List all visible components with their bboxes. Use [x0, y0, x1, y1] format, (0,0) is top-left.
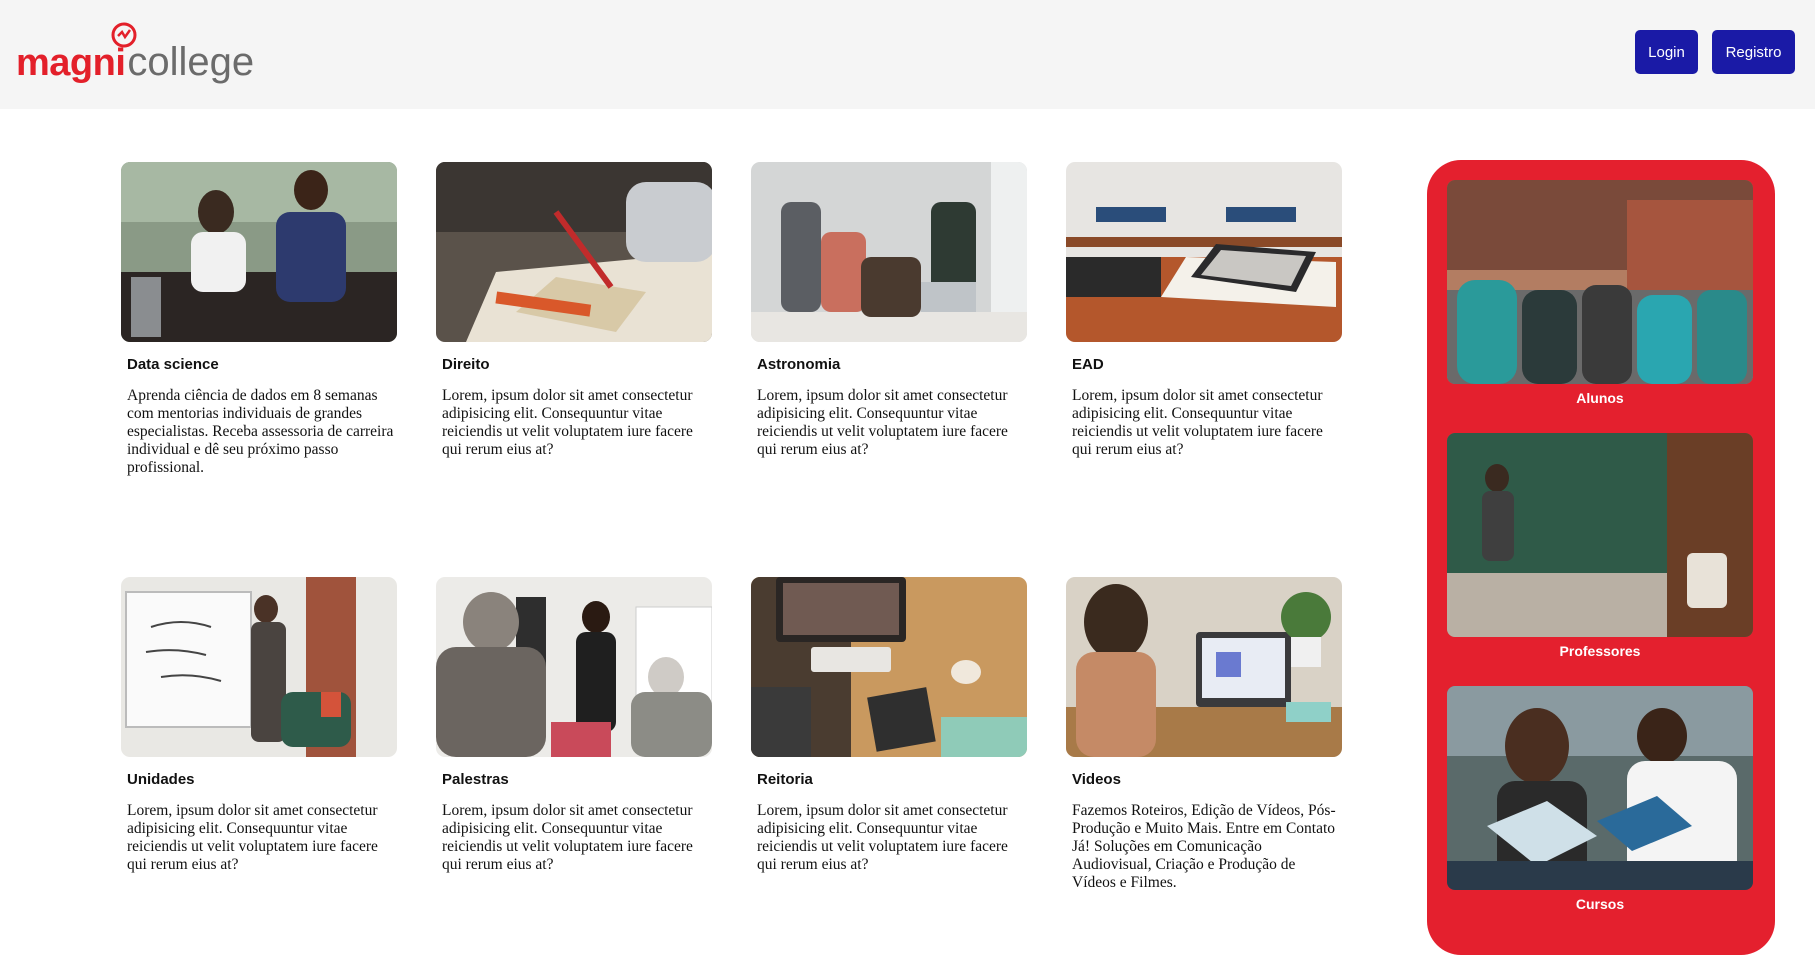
- card-description: Aprenda ciência de dados em 8 semanas co…: [127, 387, 394, 476]
- sidebar-label: Cursos: [1575, 896, 1625, 912]
- course-card-data-science[interactable]: Data science Aprenda ciência de dados em…: [121, 162, 397, 477]
- card-description: Lorem, ipsum dolor sit amet consectetur …: [442, 387, 693, 458]
- course-card-direito[interactable]: Direito Lorem, ipsum dolor sit amet cons…: [436, 162, 712, 459]
- whiteboard-presentation-photo: [121, 577, 397, 757]
- laptop-study-photo: [1066, 577, 1342, 757]
- books-tablet-photo: [1066, 162, 1342, 342]
- card-title: Astronomia: [757, 356, 841, 373]
- card-title: EAD: [1072, 356, 1104, 373]
- team-laptop-photo: [751, 162, 1027, 342]
- login-button[interactable]: Login: [1635, 30, 1698, 74]
- sidebar-label: Alunos: [1576, 390, 1624, 406]
- lecture-audience-photo: [436, 577, 712, 757]
- card-description: Lorem, ipsum dolor sit amet consectetur …: [757, 802, 1008, 873]
- site-header: magni college Login Registro: [0, 0, 1815, 109]
- sidebar-item-professores[interactable]: Professores: [1447, 433, 1753, 659]
- card-description: Lorem, ipsum dolor sit amet consectetur …: [757, 387, 1008, 458]
- students-reading-photo: [1447, 686, 1753, 890]
- desk-overhead-photo: [751, 577, 1027, 757]
- course-card-unidades[interactable]: Unidades Lorem, ipsum dolor sit amet con…: [121, 577, 397, 874]
- site-logo[interactable]: magni college: [16, 20, 254, 82]
- card-description: Lorem, ipsum dolor sit amet consectetur …: [1072, 387, 1323, 458]
- course-card-palestras[interactable]: Palestras Lorem, ipsum dolor sit amet co…: [436, 577, 712, 874]
- register-button[interactable]: Registro: [1712, 30, 1795, 74]
- card-description: Lorem, ipsum dolor sit amet consectetur …: [442, 802, 693, 873]
- card-title: Unidades: [127, 771, 195, 788]
- logo-college-text: college: [127, 40, 255, 84]
- course-card-reitoria[interactable]: Reitoria Lorem, ipsum dolor sit amet con…: [751, 577, 1027, 874]
- card-title: Videos: [1072, 771, 1121, 788]
- card-title: Reitoria: [757, 771, 813, 788]
- sidebar-item-alunos[interactable]: Alunos: [1447, 180, 1753, 406]
- card-title: Palestras: [442, 771, 509, 788]
- office-meeting-photo: [121, 162, 397, 342]
- card-description: Lorem, ipsum dolor sit amet consectetur …: [127, 802, 378, 873]
- sidebar-panel: Alunos Professores Cursos: [1427, 160, 1775, 955]
- card-title: Data science: [127, 356, 219, 373]
- card-title: Direito: [442, 356, 490, 373]
- sidebar-item-cursos[interactable]: Cursos: [1447, 686, 1753, 912]
- course-card-astronomia[interactable]: Astronomia Lorem, ipsum dolor sit amet c…: [751, 162, 1027, 459]
- teacher-chalkboard-photo: [1447, 433, 1753, 637]
- writing-notebook-photo: [436, 162, 712, 342]
- logo-mark-icon: [111, 22, 137, 48]
- course-card-ead[interactable]: EAD Lorem, ipsum dolor sit amet consecte…: [1066, 162, 1342, 459]
- sidebar-label: Professores: [1559, 643, 1641, 659]
- course-card-videos[interactable]: Videos Fazemos Roteiros, Edição de Vídeo…: [1066, 577, 1342, 892]
- students-backpacks-photo: [1447, 180, 1753, 384]
- card-description: Fazemos Roteiros, Edição de Vídeos, Pós-…: [1072, 802, 1336, 891]
